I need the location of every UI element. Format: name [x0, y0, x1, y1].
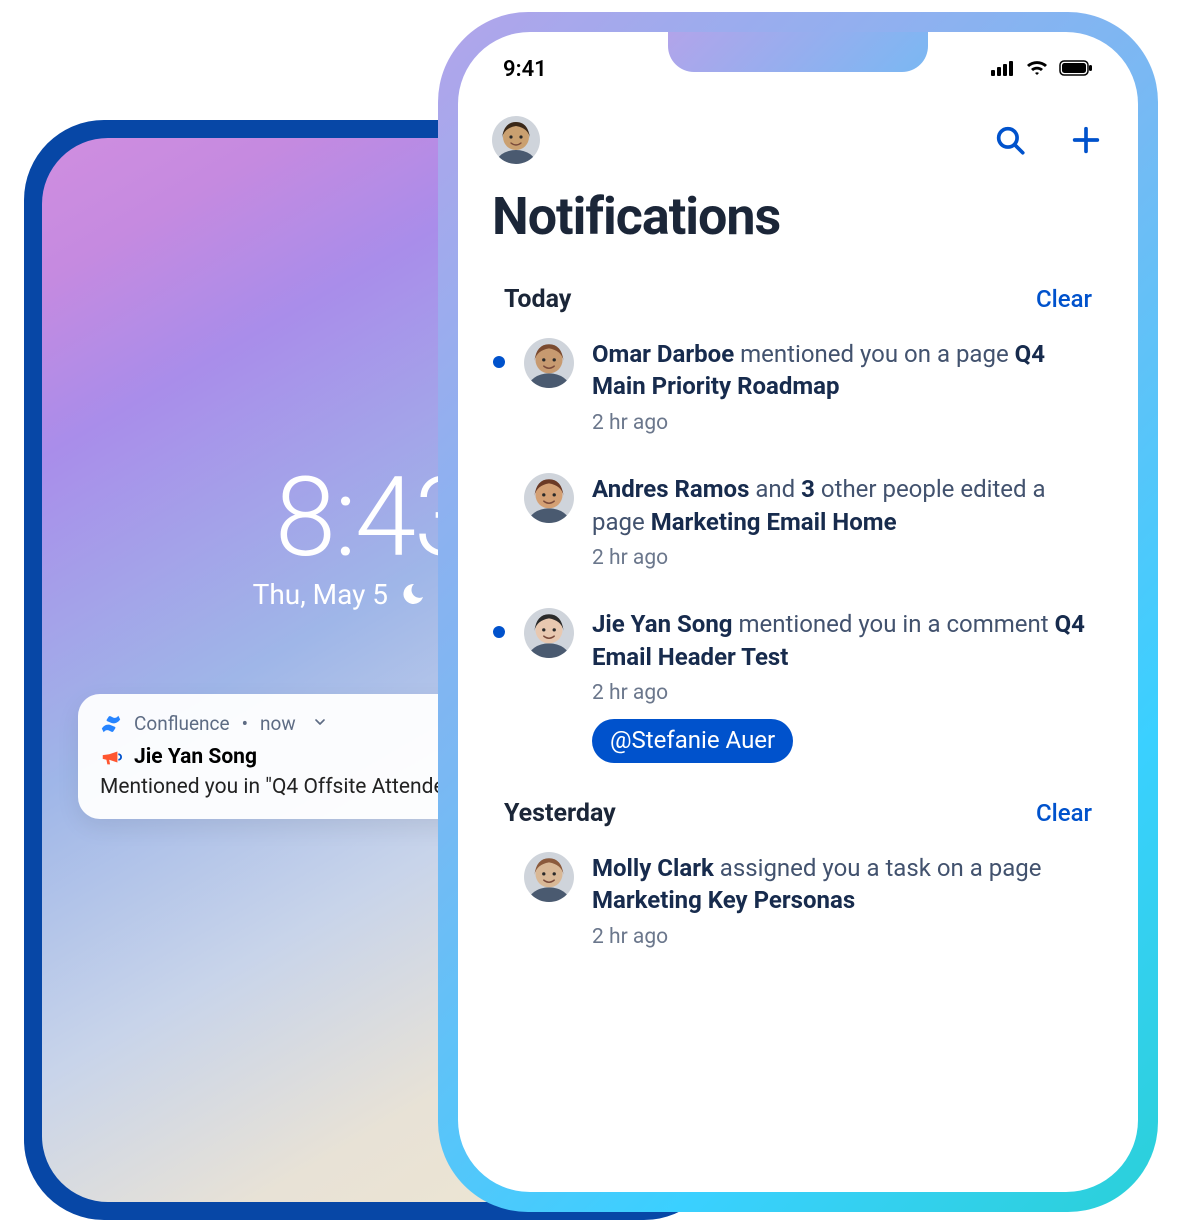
lockscreen-sender: Jie Yan Song: [134, 745, 257, 769]
notification-avatar: [524, 338, 574, 388]
actor-name: Jie Yan Song: [592, 610, 733, 638]
notification-item[interactable]: Molly Clark assigned you a task on a pag…: [492, 838, 1104, 973]
actor-name: Andres Ramos: [592, 475, 749, 503]
clear-button[interactable]: Clear: [1036, 285, 1092, 313]
notification-avatar: [524, 473, 574, 523]
unread-indicator: [492, 473, 506, 491]
section-header: Yesterday Clear: [492, 785, 1104, 838]
section-header: Today Clear: [492, 271, 1104, 324]
app-header: [492, 102, 1104, 174]
unread-indicator: [492, 852, 506, 870]
lockscreen-when: now: [260, 712, 296, 735]
app-screen: 9:41: [458, 32, 1138, 1192]
actor-name: Omar Darboe: [592, 340, 734, 368]
unread-dot-icon: [493, 356, 505, 368]
notification-item[interactable]: Jie Yan Song mentioned you in a comment …: [492, 594, 1104, 785]
add-button[interactable]: [1068, 122, 1104, 158]
notification-body: Jie Yan Song mentioned you in a comment …: [592, 608, 1104, 763]
wifi-icon: [1025, 57, 1049, 82]
megaphone-icon: [100, 746, 122, 768]
notification-time: 2 hr ago: [592, 409, 1104, 437]
mention-pill[interactable]: @Stefanie Auer: [592, 719, 793, 762]
battery-icon: [1059, 57, 1093, 82]
app-phone-frame: 9:41: [438, 12, 1158, 1212]
moon-icon: [401, 580, 425, 613]
status-time: 9:41: [503, 57, 547, 82]
actor-name: Molly Clark: [592, 854, 714, 882]
notification-item[interactable]: Andres Ramos and 3 other people edited a…: [492, 459, 1104, 594]
chevron-down-icon[interactable]: [312, 712, 328, 735]
notification-body: Andres Ramos and 3 other people edited a…: [592, 473, 1104, 572]
target-name: Marketing Email Home: [651, 508, 897, 536]
confluence-icon: [100, 713, 122, 735]
notification-item[interactable]: Omar Darboe mentioned you on a page Q4 M…: [492, 324, 1104, 459]
clear-button[interactable]: Clear: [1036, 799, 1092, 827]
notification-avatar: [524, 608, 574, 658]
section-title: Today: [504, 285, 571, 314]
notification-body: Omar Darboe mentioned you on a page Q4 M…: [592, 338, 1104, 437]
notification-time: 2 hr ago: [592, 679, 1104, 707]
unread-dot-icon: [493, 626, 505, 638]
status-bar: 9:41: [458, 44, 1138, 94]
page-title: Notifications: [492, 186, 1104, 247]
unread-indicator: [492, 608, 506, 638]
lockscreen-date: Thu, May 5: [253, 578, 388, 611]
notification-time: 2 hr ago: [592, 923, 1104, 951]
notification-time: 2 hr ago: [592, 544, 1104, 572]
target-name: Marketing Key Personas: [592, 886, 855, 914]
header-avatar[interactable]: [492, 116, 540, 164]
notification-body: Molly Clark assigned you a task on a pag…: [592, 852, 1104, 951]
lockscreen-app-name: Confluence: [134, 712, 230, 735]
cellular-icon: [991, 57, 1015, 82]
unread-indicator: [492, 338, 506, 368]
notification-avatar: [524, 852, 574, 902]
search-button[interactable]: [992, 122, 1028, 158]
section-title: Yesterday: [504, 799, 616, 828]
